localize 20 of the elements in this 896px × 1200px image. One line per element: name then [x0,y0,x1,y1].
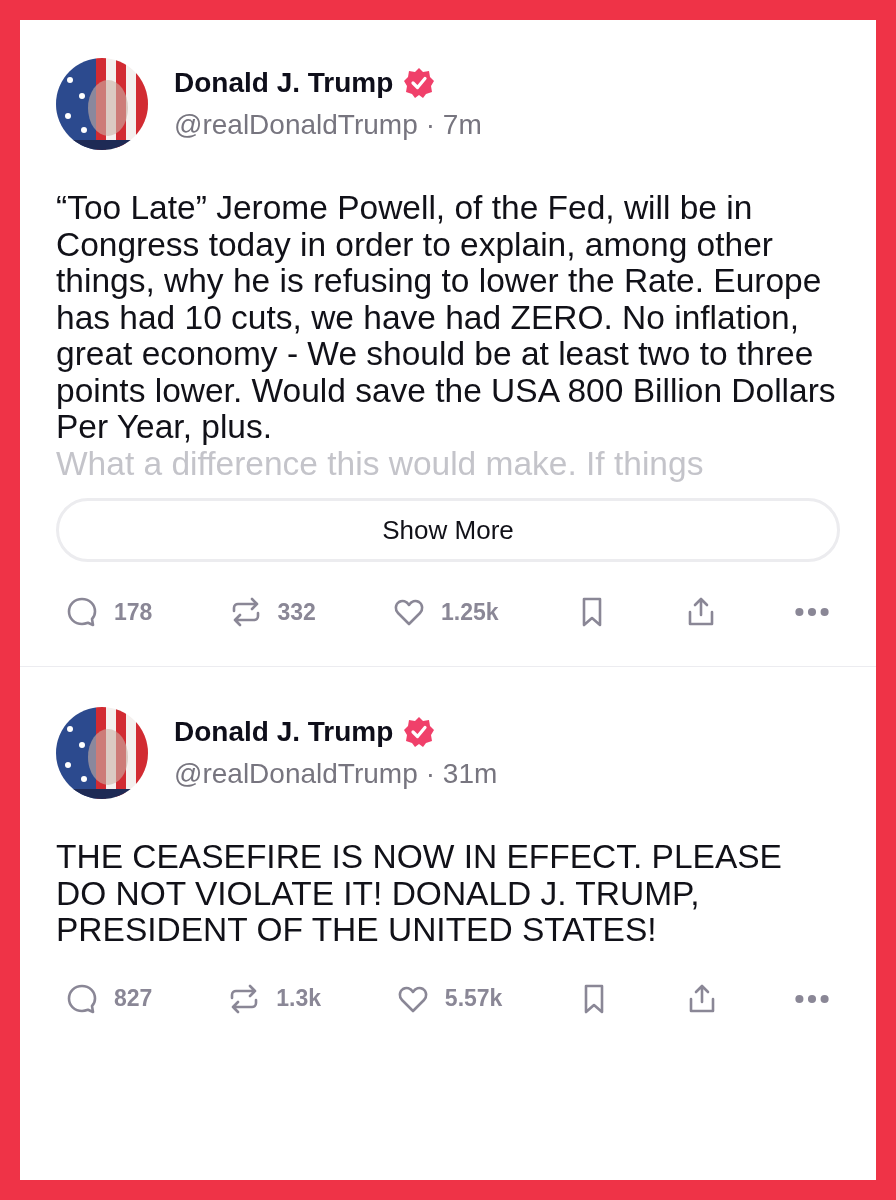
speech-bubble-icon[interactable] [66,596,98,628]
post-time: · 31m [425,758,498,790]
more-options-icon[interactable] [794,992,830,1005]
post-text: THE CEASEFIRE IS NOW IN EFFECT. PLEASE DO NOT VIOLATE IT! DONALD J. TRUMP, PRESIDENT OF THE UNITED STATES! [56,839,783,949]
post-text: “Too Late” Jerome Powell, of the Fed, will be in Congress today in order to explain, among other things, why he is refusing to lower the Rate. Europe has had 10 cuts, we have had ZERO. No inflation, great economy - We should be at least two to three points lower. Would save the USA 800 Billion Dollars Per Year, plus. [56,190,837,446]
author-handle[interactable]: @realDonaldTrump [174,109,418,141]
more-options-icon[interactable] [793,606,830,618]
faded-text: What a difference this would make. If things [56,445,705,482]
reply-count: 827 [114,985,153,1012]
speech-bubble-icon[interactable] [66,982,98,1015]
show-more-button[interactable]: Show More [56,498,840,562]
like-count: 5.57k [444,985,503,1012]
like-count: 1.25k [441,598,499,626]
repost-count: 332 [277,598,316,626]
author-name[interactable]: Donald J. Trump [174,716,394,748]
author-name[interactable]: Donald J. Trump [174,67,394,99]
repost-count: 1.3k [276,985,321,1012]
post-time: · 7m [425,109,482,141]
author-handle[interactable]: @realDonaldTrump [174,758,418,790]
reply-count: 178 [114,598,153,626]
